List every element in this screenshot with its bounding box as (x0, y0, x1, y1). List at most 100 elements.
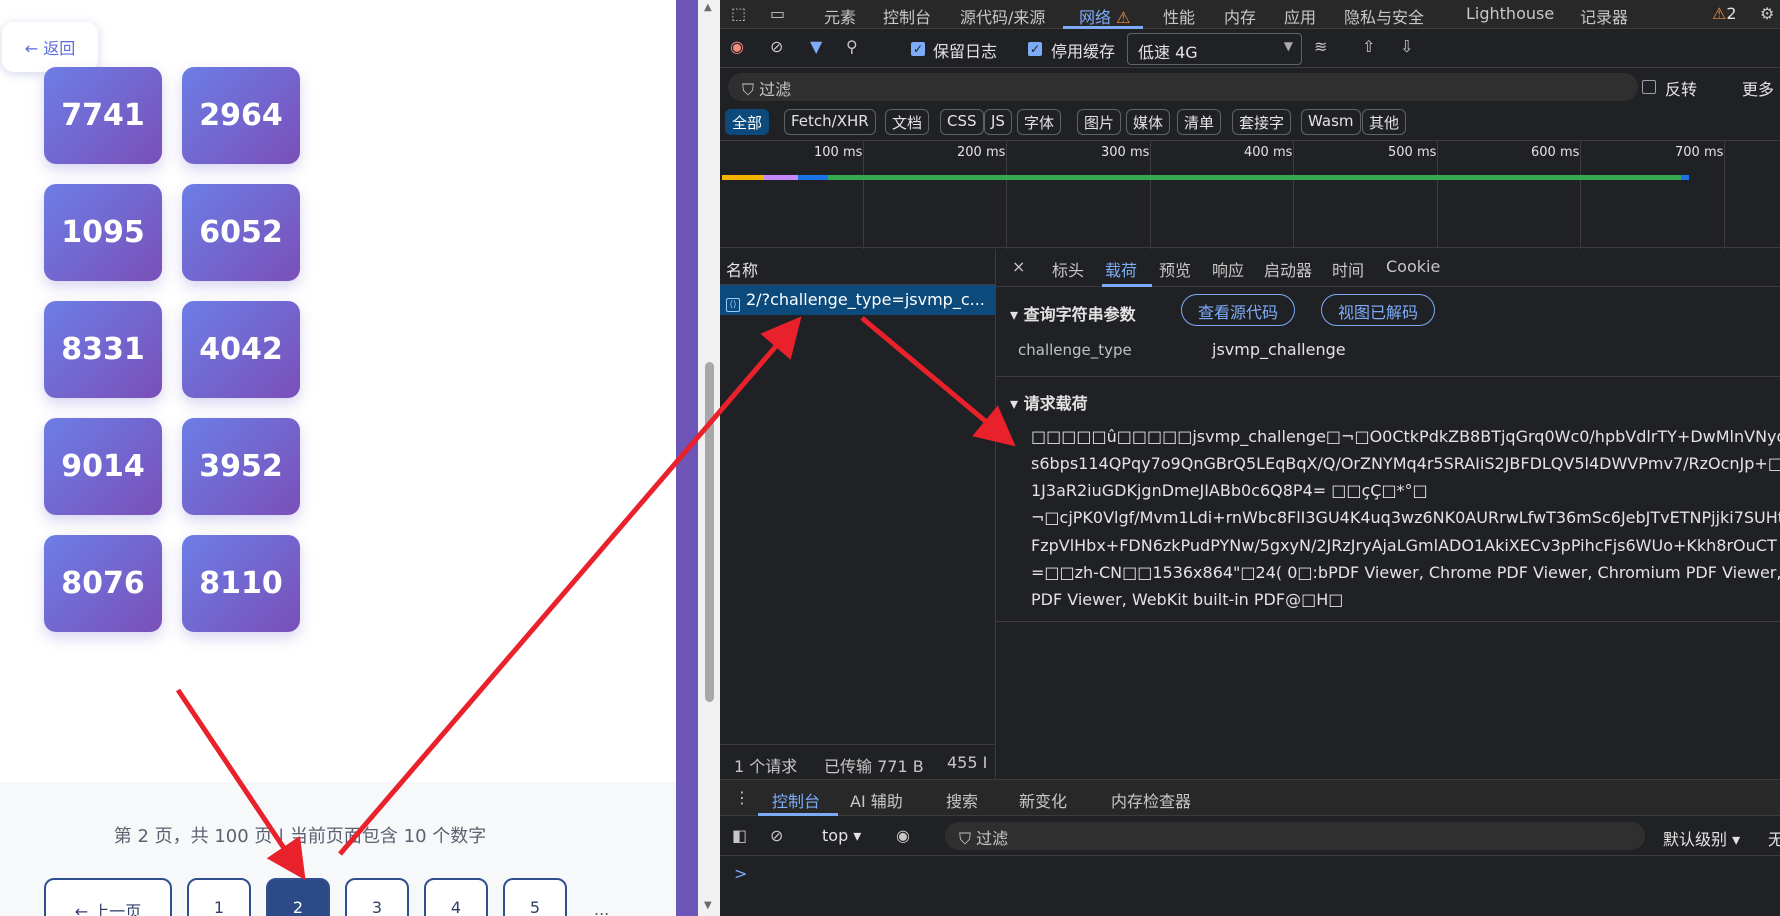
export-har-icon[interactable]: ⇩ (1400, 37, 1413, 56)
tab-recorder[interactable]: 记录器 (1580, 4, 1628, 28)
drawer-tab-search[interactable]: 搜索 (946, 788, 978, 812)
record-stop-icon[interactable]: ◉ (730, 37, 744, 56)
tab-initiator[interactable]: 启动器 (1264, 257, 1312, 281)
drawer-tab-console[interactable]: 控制台 (772, 788, 820, 812)
request-list-header[interactable]: 名称 (720, 249, 995, 285)
timeline-gridline (1724, 141, 1725, 249)
page-scrollbar-thumb[interactable] (705, 362, 714, 702)
close-detail-icon[interactable]: × (1012, 257, 1025, 276)
timeline-tick-label: 400 ms (1244, 145, 1293, 160)
clear-console-icon[interactable]: ⊘ (770, 826, 783, 845)
view-decoded-button[interactable]: 视图已解码 (1321, 294, 1436, 326)
page-button-2[interactable]: 2 (266, 878, 330, 916)
transferred-size: 已传输 771 B (824, 757, 924, 776)
network-filter-input[interactable]: ⛉ 过滤 (728, 73, 1638, 101)
drawer-menu-icon[interactable]: ⋮ (734, 788, 750, 807)
number-card: 6052 (182, 184, 300, 281)
type-filter-js[interactable]: JS (984, 109, 1012, 135)
throttle-select[interactable]: 低速 4G ▼ (1127, 33, 1302, 65)
tab-memory[interactable]: 内存 (1224, 4, 1256, 28)
tab-response[interactable]: 响应 (1212, 257, 1244, 281)
device-toolbar-icon[interactable]: ▭ (770, 4, 785, 23)
tab-application[interactable]: 应用 (1284, 4, 1316, 28)
prev-page-button[interactable]: ← 上一页 (44, 878, 172, 916)
filter-icon: ⛉ (742, 80, 760, 99)
import-har-icon[interactable]: ⇧ (1362, 37, 1375, 56)
clear-icon[interactable]: ⊘ (770, 37, 783, 56)
back-button[interactable]: ← 返回 (2, 22, 98, 72)
tab-lighthouse[interactable]: Lighthouse (1466, 4, 1554, 23)
tab-payload[interactable]: 载荷 (1105, 257, 1137, 281)
section-divider (996, 621, 1780, 622)
tab-elements[interactable]: 元素 (824, 4, 856, 28)
type-filter-css[interactable]: CSS (940, 109, 984, 135)
page-button-1[interactable]: 1 (187, 878, 251, 916)
param-key: challenge_type (1018, 341, 1132, 359)
sidebar-toggle-icon[interactable]: ◧ (732, 826, 747, 845)
page-button-5[interactable]: 5 (503, 878, 567, 916)
number-card: 4042 (182, 301, 300, 398)
preserve-log-checkbox[interactable]: ✓ (911, 42, 925, 56)
type-filter-wasm[interactable]: Wasm (1301, 109, 1361, 135)
param-value: jsvmp_challenge (1212, 340, 1346, 359)
resource-type-filters: 全部 Fetch/XHR 文档 CSS JS 字体 图片 媒体 清单 套接字 W… (720, 106, 1780, 140)
timeline-bar-waiting (828, 175, 1681, 180)
type-filter-doc[interactable]: 文档 (885, 109, 930, 135)
type-filter-img[interactable]: 图片 (1077, 109, 1122, 135)
query-params-section-title[interactable]: ▾ 查询字符串参数 (1010, 301, 1136, 325)
tab-performance[interactable]: 性能 (1163, 4, 1195, 28)
tab-cookies[interactable]: Cookie (1386, 257, 1440, 276)
drawer-tab-memory-inspector[interactable]: 内存检查器 (1111, 788, 1191, 812)
settings-gear-icon[interactable]: ⚙ (1760, 4, 1774, 23)
context-select[interactable]: top ▾ (822, 826, 861, 845)
page-edge-strip (676, 0, 698, 916)
drawer-tab-changes[interactable]: 新变化 (1019, 788, 1067, 812)
disable-cache-checkbox[interactable]: ✓ (1028, 42, 1042, 56)
tab-sources[interactable]: 源代码/来源 (960, 4, 1045, 28)
eye-icon[interactable]: ◉ (896, 826, 910, 845)
invert-checkbox[interactable] (1642, 80, 1656, 94)
type-filter-socket[interactable]: 套接字 (1232, 109, 1292, 135)
tab-network-underline (1063, 26, 1143, 29)
request-row[interactable]: ⟨⟩ 2/?challenge_type=jsvmp_c... (720, 285, 995, 315)
tab-privacy-security[interactable]: 隐私与安全 (1344, 4, 1424, 28)
devtools-panel: ⬚ ▭ 元素 控制台 源代码/来源 网络 ⚠ 性能 内存 应用 隐私与安全 Li… (720, 0, 1780, 916)
view-source-button[interactable]: 查看源代码 (1181, 294, 1296, 326)
request-list: 名称 ⟨⟩ 2/?challenge_type=jsvmp_c... (720, 249, 996, 779)
tab-headers[interactable]: 标头 (1052, 257, 1084, 281)
filter-icon: ⛉ (959, 829, 977, 848)
number-card: 3952 (182, 418, 300, 515)
tab-timing[interactable]: 时间 (1332, 257, 1364, 281)
type-filter-all[interactable]: 全部 (725, 109, 770, 135)
tab-network[interactable]: 网络 ⚠ (1079, 4, 1130, 28)
page-button-4[interactable]: 4 (424, 878, 488, 916)
page-button-3[interactable]: 3 (345, 878, 409, 916)
inspect-icon[interactable]: ⬚ (731, 4, 746, 23)
issues-label: 无 (1768, 830, 1780, 849)
number-card: 8331 (44, 301, 162, 398)
network-timeline[interactable]: 100 ms 200 ms 300 ms 400 ms 500 ms 600 m… (720, 140, 1780, 249)
type-filter-fetch-xhr[interactable]: Fetch/XHR (784, 109, 876, 135)
type-filter-font[interactable]: 字体 (1017, 109, 1062, 135)
warning-badge[interactable]: ⚠2 (1712, 4, 1737, 23)
drawer-tab-ai-assistance[interactable]: AI 辅助 (850, 788, 903, 812)
number-card: 8110 (182, 535, 300, 632)
request-payload-section-title[interactable]: ▾ 请求载荷 (1010, 390, 1088, 414)
type-filter-other[interactable]: 其他 (1362, 109, 1407, 135)
type-filter-media[interactable]: 媒体 (1126, 109, 1171, 135)
console-filter-input[interactable]: ⛉ 过滤 (945, 822, 1645, 850)
scroll-down-icon[interactable]: ▼ (704, 900, 712, 911)
more-filters-label[interactable]: 更多 (1742, 76, 1774, 100)
log-level-select[interactable]: 默认级别 ▾ (1663, 826, 1740, 850)
timeline-tick-label: 600 ms (1531, 145, 1580, 160)
disable-cache-label: 停用缓存 (1051, 42, 1116, 61)
filter-icon[interactable]: ▼ (810, 37, 822, 56)
search-icon[interactable]: ⚲ (846, 37, 858, 56)
type-filter-manifest[interactable]: 清单 (1177, 109, 1222, 135)
timeline-bar-connect (764, 175, 798, 180)
console-prompt[interactable]: > (734, 864, 747, 883)
network-conditions-icon[interactable]: ≋ (1314, 37, 1327, 56)
tab-preview[interactable]: 预览 (1159, 257, 1191, 281)
tab-console[interactable]: 控制台 (883, 4, 931, 28)
scroll-up-icon[interactable]: ▲ (704, 2, 712, 13)
